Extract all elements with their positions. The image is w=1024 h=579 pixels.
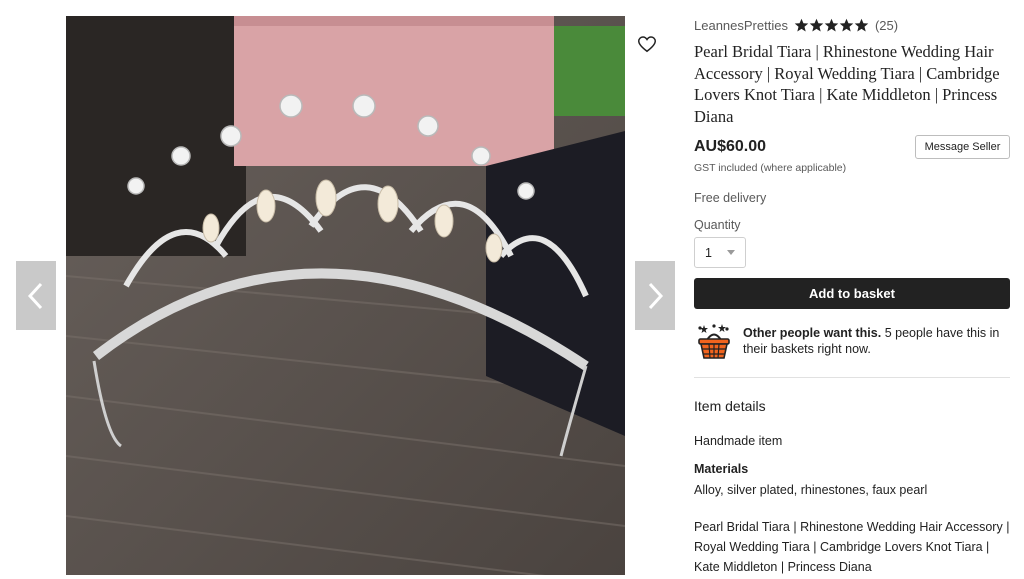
demand-headline: Other people want this.	[743, 326, 882, 340]
add-to-basket-button[interactable]: Add to basket	[694, 278, 1010, 309]
item-description: Pearl Bridal Tiara | Rhinestone Wedding …	[694, 520, 1010, 574]
gst-note: GST included (where applicable)	[694, 162, 847, 174]
favorite-button[interactable]	[636, 33, 658, 55]
rating-stars[interactable]	[794, 18, 869, 33]
chevron-left-icon	[27, 282, 43, 309]
seller-name-link[interactable]: LeannesPretties	[694, 18, 788, 33]
star-icon	[854, 18, 869, 31]
divider	[694, 377, 1010, 378]
materials-heading: Materials	[694, 462, 749, 476]
quantity-label: Quantity	[694, 218, 741, 232]
seller-row: LeannesPretties (25)	[694, 14, 1012, 36]
materials-list: Alloy, silver plated, rhinestones, faux …	[694, 483, 928, 497]
basket-icon	[698, 324, 730, 359]
message-seller-button[interactable]: Message Seller	[915, 135, 1010, 159]
star-icon	[824, 18, 839, 31]
item-details-heading[interactable]: Item details	[694, 398, 1012, 414]
review-count[interactable]: (25)	[875, 18, 898, 33]
next-image-button[interactable]	[635, 261, 675, 330]
heart-outline-icon	[638, 35, 656, 52]
tiara-photo	[66, 16, 625, 575]
demand-text: Other people want this. 5 people have th…	[743, 325, 1012, 361]
star-icon	[794, 18, 809, 31]
listing-title: Pearl Bridal Tiara | Rhinestone Wedding …	[694, 42, 1000, 126]
previous-image-button[interactable]	[16, 261, 56, 330]
demand-notice: Other people want this. 5 people have th…	[694, 323, 1012, 361]
chevron-down-icon	[727, 250, 735, 255]
handmade-label: Handmade item	[694, 434, 783, 448]
delivery-info: Free delivery	[694, 191, 767, 205]
star-icon	[809, 18, 824, 31]
price-row: AU$60.00 Message Seller	[694, 135, 1012, 160]
quantity-value: 1	[705, 245, 712, 260]
star-icon	[839, 18, 854, 31]
quantity-select[interactable]: 1	[694, 237, 746, 268]
product-image[interactable]	[66, 16, 625, 575]
listing-details: LeannesPretties (25) Pearl Bridal Tiara …	[694, 14, 1012, 577]
chevron-right-icon	[648, 282, 664, 309]
